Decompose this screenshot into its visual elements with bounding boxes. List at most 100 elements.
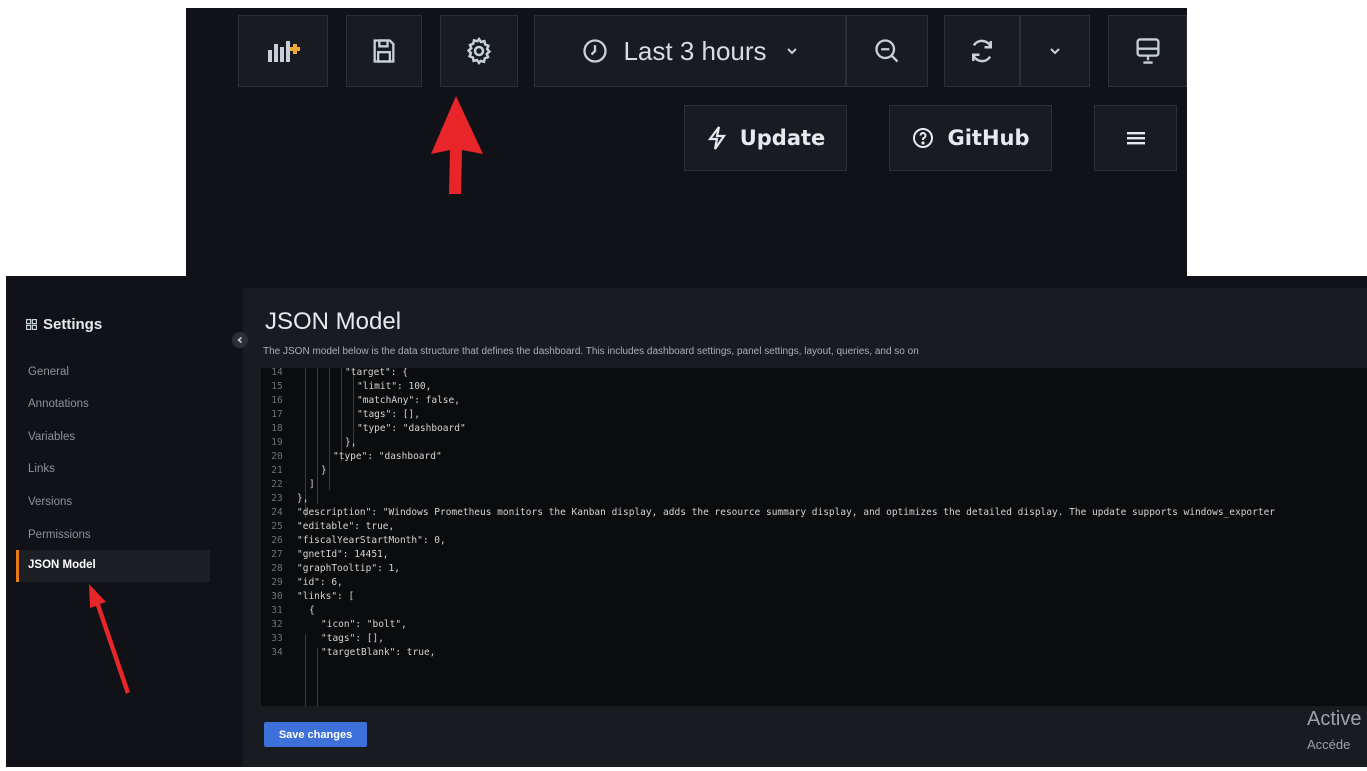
active-indicator xyxy=(16,550,19,582)
chevron-down-icon xyxy=(786,48,797,55)
line-number: 27 xyxy=(271,549,283,560)
add-panel-icon xyxy=(268,41,300,62)
dashboard-toolbar: Last 3 hours Update GitHub xyxy=(186,8,1187,276)
chevron-left-icon xyxy=(237,336,242,344)
update-label: Update xyxy=(739,126,826,150)
page-description: The JSON model below is the data structu… xyxy=(263,346,919,357)
code-line: 15 "limit": 100, xyxy=(261,380,431,394)
code-text: "target": { xyxy=(345,368,408,378)
code-line: 22] xyxy=(261,478,315,492)
save-changes-button[interactable]: Save changes xyxy=(264,722,367,747)
chevron-down-icon xyxy=(1050,48,1060,55)
settings-title: Settings xyxy=(26,316,102,333)
time-range-picker[interactable]: Last 3 hours xyxy=(534,15,846,87)
code-line: 24 "description": "Windows Prometheus mon… xyxy=(261,506,1275,520)
sidebar-item-general[interactable]: General xyxy=(28,366,69,378)
update-button[interactable]: Update xyxy=(684,105,847,171)
save-dashboard-button[interactable] xyxy=(346,15,422,87)
code-line: 28 "graphTooltip": 1, xyxy=(261,562,400,576)
line-number: 15 xyxy=(271,381,283,392)
gear-icon xyxy=(466,37,492,65)
line-number: 21 xyxy=(271,465,283,476)
arrow-up-icon xyxy=(431,96,483,194)
line-number: 26 xyxy=(271,535,283,546)
code-line: 23}, xyxy=(261,492,308,506)
code-line: 18 "type": "dashboard" xyxy=(261,422,466,436)
code-line: 17 "tags": [], xyxy=(261,408,420,422)
code-text: "type": "dashboard" xyxy=(333,451,442,462)
line-number: 14 xyxy=(271,368,283,378)
refresh-icon xyxy=(972,39,992,63)
code-text: "tags": [], xyxy=(321,633,384,644)
zoom-out-icon xyxy=(875,39,899,63)
code-line: 19}, xyxy=(261,436,356,450)
code-text: } xyxy=(321,465,327,476)
code-line: 26 "fiscalYearStartMonth": 0, xyxy=(261,534,446,548)
refresh-button[interactable] xyxy=(944,15,1020,87)
code-text: ] xyxy=(309,479,315,490)
code-line: 25 "editable": true, xyxy=(261,520,394,534)
arrow-icon xyxy=(89,584,130,694)
bolt-icon xyxy=(707,126,726,150)
line-number: 23 xyxy=(271,493,283,504)
line-number: 32 xyxy=(271,619,283,630)
menu-button[interactable] xyxy=(1094,105,1177,171)
github-label: GitHub xyxy=(947,126,1030,150)
sidebar-item-variables[interactable]: Variables xyxy=(28,431,75,443)
code-line: 21} xyxy=(261,464,327,478)
line-number: 33 xyxy=(271,633,283,644)
code-line: 16 "matchAny": false, xyxy=(261,394,460,408)
line-number: 19 xyxy=(271,437,283,448)
line-number: 16 xyxy=(271,395,283,406)
save-icon xyxy=(373,39,395,63)
code-text: "targetBlank": true, xyxy=(321,647,436,658)
code-line: 32 "icon": "bolt", xyxy=(261,618,407,632)
zoom-out-button[interactable] xyxy=(846,15,928,87)
code-text: }, xyxy=(297,493,309,504)
line-number: 17 xyxy=(271,409,283,420)
time-range-label: Last 3 hours xyxy=(623,35,767,66)
code-text: "graphTooltip": 1, xyxy=(297,563,400,574)
add-panel-button[interactable] xyxy=(238,15,328,87)
code-text: "gnetId": 14451, xyxy=(297,549,389,560)
line-number: 20 xyxy=(271,451,283,462)
code-text: "fiscalYearStartMonth": 0, xyxy=(297,535,446,546)
line-number: 29 xyxy=(271,577,283,588)
grid-icon xyxy=(26,319,37,330)
clock-icon xyxy=(583,39,608,63)
page-title: JSON Model xyxy=(265,308,402,335)
sidebar-item-versions[interactable]: Versions xyxy=(28,496,72,508)
code-text: "limit": 100, xyxy=(357,381,432,392)
line-number: 31 xyxy=(271,605,283,616)
line-number: 28 xyxy=(271,563,283,574)
line-number: 18 xyxy=(271,423,283,434)
tv-mode-button[interactable] xyxy=(1108,15,1187,87)
sidebar-item-annotations[interactable]: Annotations xyxy=(28,398,89,410)
refresh-interval-dropdown[interactable] xyxy=(1020,15,1090,87)
github-button[interactable]: GitHub xyxy=(889,105,1052,171)
code-text: "icon": "bolt", xyxy=(321,619,407,630)
code-text: { xyxy=(309,605,315,616)
code-line: 27 "gnetId": 14451, xyxy=(261,548,389,562)
code-line: 20 "type": "dashboard" xyxy=(261,450,442,464)
sidebar-collapse-button[interactable] xyxy=(232,332,248,348)
code-text: "editable": true, xyxy=(297,521,395,532)
hamburger-icon xyxy=(1126,132,1145,145)
code-text: "links": [ xyxy=(297,591,355,602)
json-model-panel: JSON Model The JSON model below is the d… xyxy=(243,288,1367,767)
code-text: "id": 6, xyxy=(297,577,343,588)
sidebar-item-links[interactable]: Links xyxy=(28,463,55,475)
code-line: 31 { xyxy=(261,604,315,618)
code-text: "type": "dashboard" xyxy=(357,423,466,434)
json-editor[interactable]: 14 "target": { 15 "limit": 100, 16 "matchAny"… xyxy=(261,368,1367,706)
code-text: }, xyxy=(345,437,357,448)
sidebar-item-json-model-label: JSON Model xyxy=(28,559,96,571)
sidebar-item-permissions[interactable]: Permissions xyxy=(28,529,91,541)
settings-page: Settings General Annotations Variables L… xyxy=(6,276,1367,767)
line-number: 22 xyxy=(271,479,283,490)
activation-watermark-subtitle: Accéde xyxy=(1307,737,1351,752)
dashboard-settings-button[interactable] xyxy=(440,15,518,87)
code-line: 29 "id": 6, xyxy=(261,576,343,590)
line-number: 34 xyxy=(271,647,283,658)
code-text: "tags": [], xyxy=(357,409,420,420)
